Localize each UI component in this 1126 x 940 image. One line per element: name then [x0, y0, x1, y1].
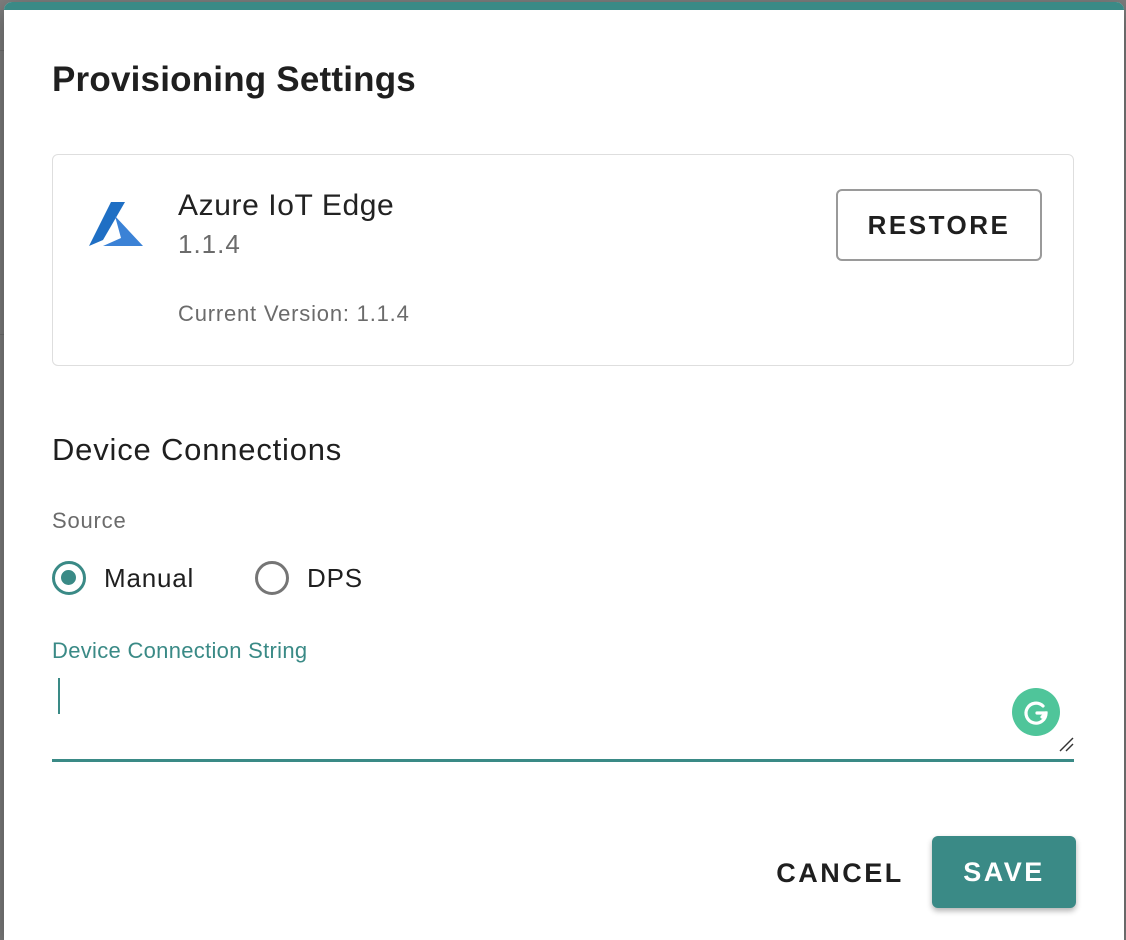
cancel-button[interactable]: CANCEL [760, 840, 920, 906]
radio-checked-icon[interactable] [52, 561, 86, 595]
product-version: 1.1.4 [178, 229, 241, 259]
product-card: Azure IoT Edge 1.1.4 Current Version: 1.… [52, 154, 1074, 366]
resize-handle-icon[interactable] [1058, 736, 1074, 752]
dialog-title: Provisioning Settings [52, 60, 416, 99]
text-cursor [58, 678, 60, 714]
product-name: Azure IoT Edge [178, 189, 395, 222]
grammarly-icon[interactable] [1012, 688, 1060, 736]
save-button[interactable]: SAVE [932, 836, 1076, 908]
grammarly-g-icon [1024, 701, 1048, 725]
radio-manual[interactable]: Manual [52, 556, 194, 600]
device-connections-heading: Device Connections [52, 432, 343, 467]
radio-unchecked-icon[interactable] [255, 561, 289, 595]
connection-string-label: Device Connection String [52, 638, 308, 663]
restore-button[interactable]: RESTORE [836, 189, 1042, 261]
source-label: Source [52, 508, 127, 533]
radio-dps-label: DPS [307, 562, 363, 593]
azure-logo-icon [89, 202, 143, 246]
dialog-accent-bar [4, 2, 1124, 10]
radio-manual-label: Manual [104, 562, 195, 593]
radio-dps[interactable]: DPS [255, 556, 363, 600]
connection-string-input[interactable] [52, 672, 1074, 762]
provisioning-settings-dialog: Provisioning Settings Azure IoT Edge 1.1… [4, 2, 1124, 940]
current-version-text: Current Version: 1.1.4 [178, 301, 410, 326]
